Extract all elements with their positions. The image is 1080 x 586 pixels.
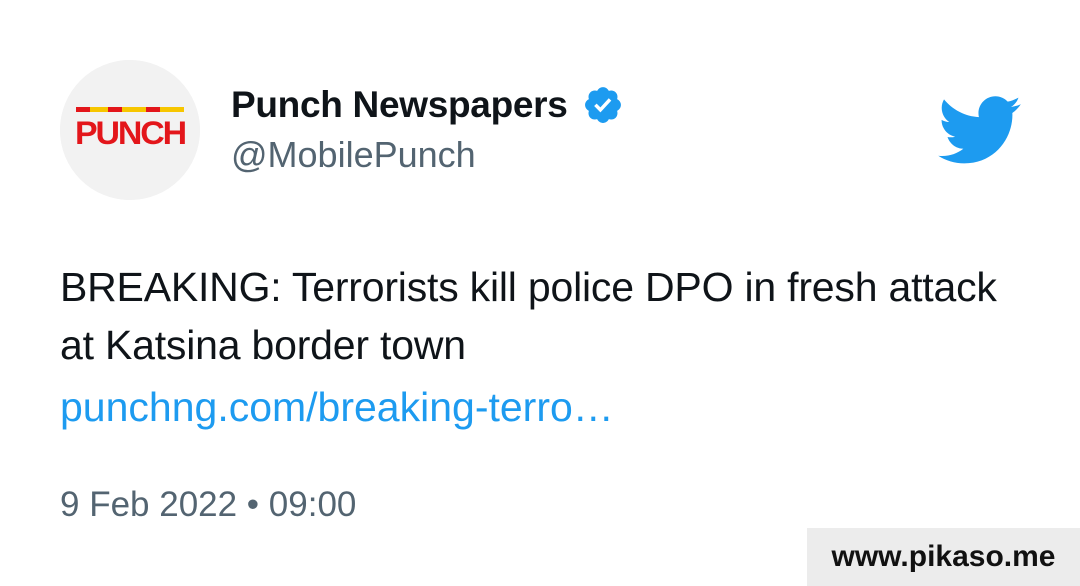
tweet-link[interactable]: punchng.com/breaking-terro… — [60, 378, 614, 436]
svg-text:PUNCH: PUNCH — [75, 115, 185, 151]
author-handle[interactable]: @MobilePunch — [231, 134, 476, 176]
punch-logo-icon: PUNCH — [60, 60, 200, 200]
tweet-timestamp[interactable]: 9 Feb 2022 • 09:00 — [60, 485, 356, 525]
twitter-bird-icon — [938, 96, 1022, 166]
avatar[interactable]: PUNCH — [60, 60, 200, 200]
author-display-name[interactable]: Punch Newspapers — [231, 84, 568, 126]
watermark: www.pikaso.me — [807, 528, 1080, 586]
verified-badge-icon — [582, 84, 624, 126]
tweet-text: BREAKING: Terrorists kill police DPO in … — [60, 264, 997, 368]
author-name-row: Punch Newspapers — [231, 80, 624, 130]
tweet-card: PUNCH Punch Newspapers @MobilePunch BREA… — [0, 0, 1080, 586]
